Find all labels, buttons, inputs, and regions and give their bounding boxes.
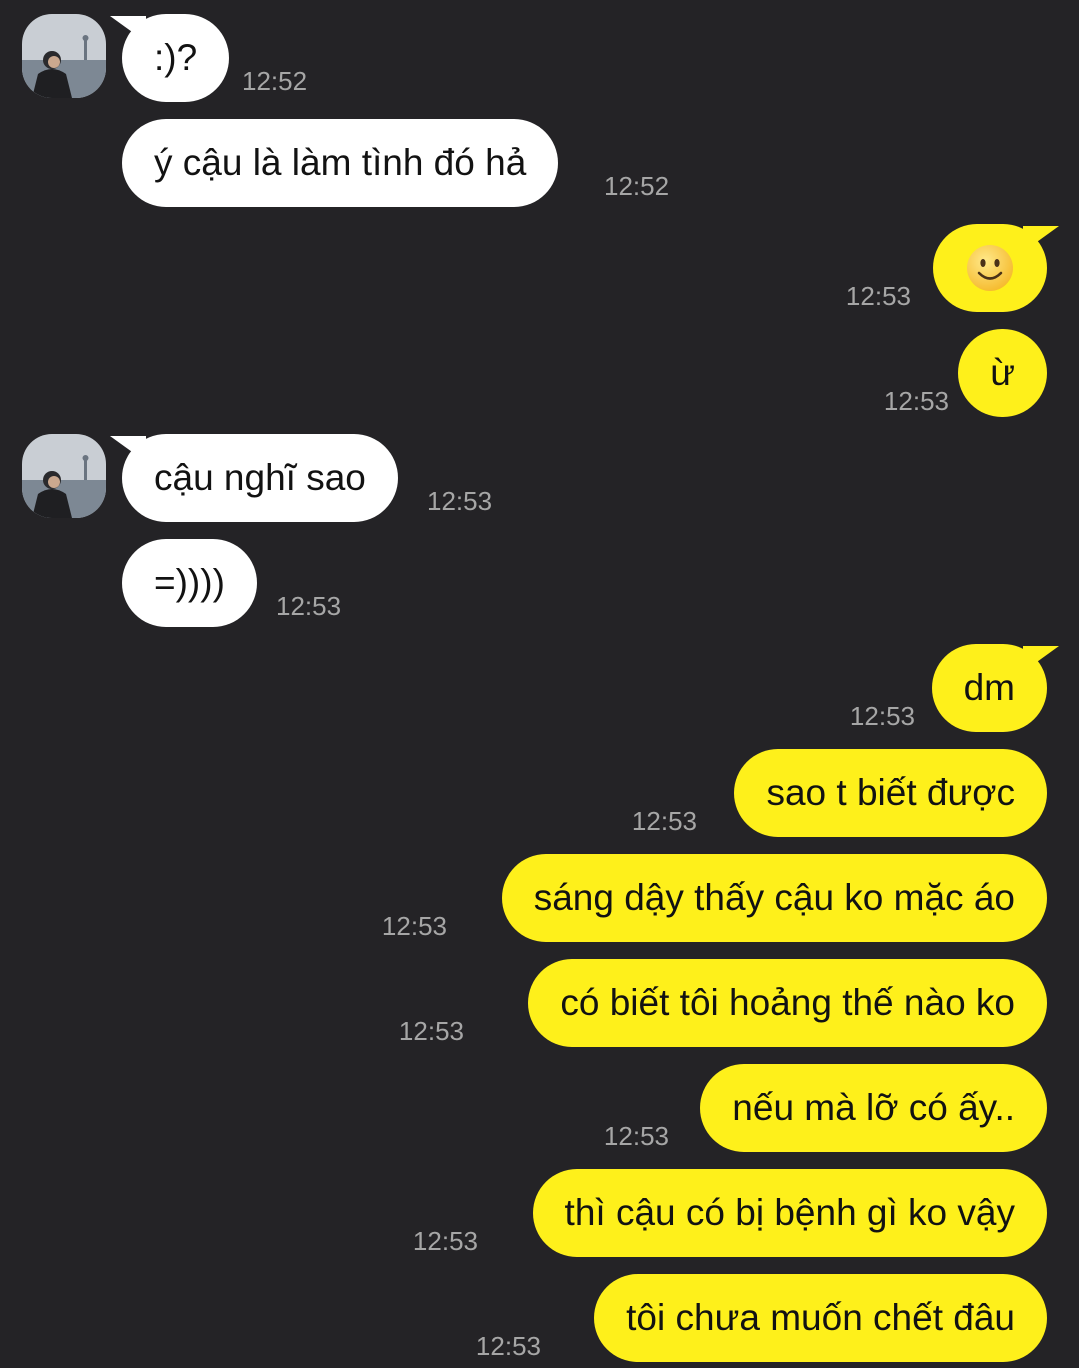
smiling-face-emoji-icon [967,245,1013,291]
incoming-message-bubble[interactable]: cậu nghĩ sao [122,434,398,522]
message-timestamp: 12:52 [604,171,670,201]
message-timestamp: 12:53 [603,1121,669,1151]
message-text: có biết tôi hoảng thế nào ko [560,982,1015,1023]
message-text: nếu mà lỡ có ấy.. [732,1087,1015,1128]
message-text: sáng dậy thấy cậu ko mặc áo [533,877,1015,918]
contact-avatar[interactable] [22,434,106,518]
message-timestamp: 12:53 [276,591,342,621]
avatar-image [22,434,106,518]
message-timestamp: 12:53 [427,486,493,516]
outgoing-message-bubble[interactable]: thì cậu có bị bệnh gì ko vậy [532,1169,1047,1257]
message-timestamp: 12:53 [412,1226,478,1256]
incoming-message-bubble[interactable]: ý cậu là làm tình đó hả [122,119,559,207]
message-text: thì cậu có bị bệnh gì ko vậy [564,1192,1015,1233]
outgoing-message-bubble[interactable]: ừ [958,329,1047,417]
outgoing-message-bubble[interactable]: sao t biết được [734,749,1047,837]
message-timestamp: 12:53 [849,701,915,731]
message-text: tôi chưa muốn chết đâu [626,1297,1015,1338]
message-text: ý cậu là làm tình đó hả [154,142,527,183]
message-text: cậu nghĩ sao [154,457,366,498]
contact-avatar[interactable] [22,14,106,98]
message-text: =)))) [154,562,225,603]
incoming-message-bubble[interactable]: =)))) [122,539,257,627]
message-timestamp: 12:53 [398,1016,464,1046]
avatar-image [22,14,106,98]
message-timestamp: 12:52 [242,66,308,96]
outgoing-message-bubble[interactable]: sáng dậy thấy cậu ko mặc áo [501,854,1047,942]
message-timestamp: 12:53 [381,911,447,941]
message-timestamp: 12:53 [475,1331,541,1361]
incoming-message-bubble[interactable]: :)? [122,14,230,102]
message-text: sao t biết được [766,772,1015,813]
message-text: :)? [154,37,198,78]
message-timestamp: 12:53 [845,281,911,311]
message-text: ừ [990,352,1015,393]
outgoing-message-bubble[interactable]: nếu mà lỡ có ấy.. [700,1064,1047,1152]
outgoing-message-bubble[interactable]: có biết tôi hoảng thế nào ko [528,959,1047,1047]
message-text: dm [963,667,1015,708]
outgoing-message-bubble[interactable] [933,224,1047,312]
outgoing-message-bubble[interactable]: dm [931,644,1047,732]
message-timestamp: 12:53 [631,806,697,836]
message-timestamp: 12:53 [883,386,949,416]
outgoing-message-bubble[interactable]: tôi chưa muốn chết đâu [594,1274,1047,1362]
